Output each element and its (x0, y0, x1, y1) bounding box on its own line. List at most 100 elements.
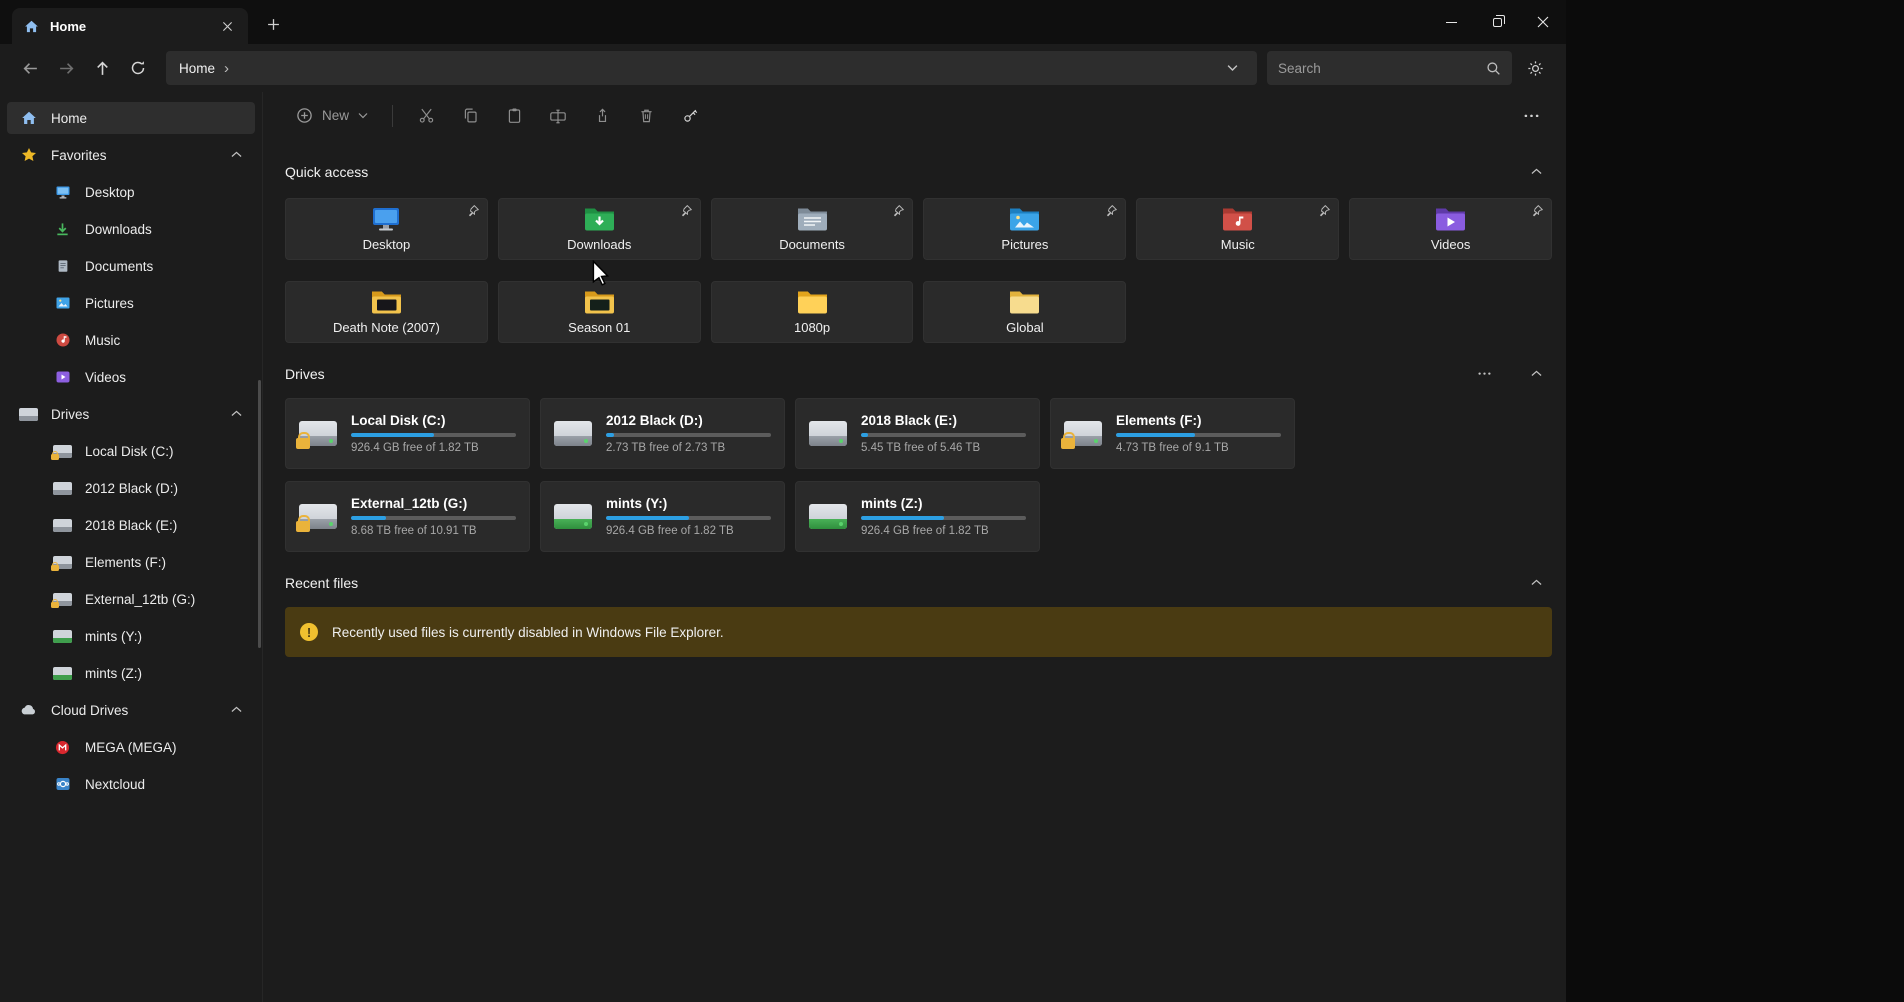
drive-free-space: 5.45 TB free of 5.46 TB (861, 442, 1026, 454)
sidebar-item-pictures[interactable]: Pictures (7, 287, 255, 319)
breadcrumb-home[interactable]: Home (179, 61, 215, 76)
sidebar-item-home[interactable]: Home (7, 102, 255, 134)
key-button[interactable] (670, 99, 710, 133)
section-title: Quick access (285, 164, 368, 180)
sidebar-item-label: External_12tb (G:) (85, 592, 195, 607)
tab-close-icon[interactable] (216, 15, 238, 37)
quick-access-tile-pictures[interactable]: Pictures (923, 198, 1126, 260)
chevron-up-icon[interactable] (225, 403, 247, 425)
quick-access-tile-videos[interactable]: Videos (1349, 198, 1552, 260)
mega-logo-icon (53, 739, 72, 756)
drive-locked-icon (53, 591, 72, 608)
quick-access-tile-1080p[interactable]: 1080p (711, 281, 914, 343)
sidebar-item-nextcloud[interactable]: Nextcloud (7, 768, 255, 800)
quick-access-tile-death-note[interactable]: Death Note (2007) (285, 281, 488, 343)
media-folder-icon (370, 289, 403, 316)
capacity-bar (861, 433, 1026, 437)
chevron-down-icon (1227, 64, 1238, 72)
chevron-up-icon[interactable] (225, 699, 247, 721)
sidebar-item-external-12tb-g[interactable]: External_12tb (G:) (7, 583, 255, 615)
more-options-button[interactable] (1511, 99, 1551, 133)
sidebar-item-mints-y[interactable]: mints (Y:) (7, 620, 255, 652)
minimize-icon (1446, 22, 1457, 23)
sidebar-group-cloud-drives[interactable]: Cloud Drives (7, 694, 255, 726)
trash-icon (638, 107, 655, 124)
copy-button[interactable] (450, 99, 490, 133)
sidebar-item-documents[interactable]: Documents (7, 250, 255, 282)
search-input[interactable] (1278, 61, 1480, 76)
chevron-up-icon[interactable] (225, 144, 247, 166)
drive-green-icon (809, 504, 847, 529)
drive-icon (554, 421, 592, 446)
quick-access-tile-season-01[interactable]: Season 01 (498, 281, 701, 343)
tab-title: Home (50, 19, 207, 34)
sidebar-item-music[interactable]: Music (7, 324, 255, 356)
minimize-button[interactable] (1428, 0, 1474, 44)
drive-free-space: 926.4 GB free of 1.82 TB (606, 525, 771, 537)
sidebar-item-label: Videos (85, 370, 126, 385)
drive-tile-elements-f[interactable]: Elements (F:) 4.73 TB free of 9.1 TB (1050, 398, 1295, 469)
refresh-button[interactable] (120, 51, 156, 85)
address-dropdown-button[interactable] (1220, 56, 1244, 80)
sidebar-item-mega[interactable]: MEGA (MEGA) (7, 731, 255, 763)
search-icon (1486, 61, 1501, 76)
sidebar-scrollbar-thumb[interactable] (258, 380, 261, 648)
collapse-quick-access-button[interactable] (1524, 161, 1548, 183)
collapse-recent-files-button[interactable] (1524, 572, 1548, 594)
quick-access-tile-downloads[interactable]: Downloads (498, 198, 701, 260)
sidebar-item-videos[interactable]: Videos (7, 361, 255, 393)
drives-more-options-button[interactable] (1472, 363, 1496, 385)
forward-button[interactable] (48, 51, 84, 85)
quick-access-tile-global[interactable]: Global (923, 281, 1126, 343)
rename-button[interactable] (538, 99, 578, 133)
video-icon (53, 369, 72, 386)
address-bar[interactable]: Home › (166, 51, 1257, 85)
titlebar: Home (0, 0, 1566, 44)
quick-access-tile-documents[interactable]: Documents (711, 198, 914, 260)
drive-tile-mints-y[interactable]: mints (Y:) 926.4 GB free of 1.82 TB (540, 481, 785, 552)
drive-green-icon (53, 665, 72, 682)
paste-button[interactable] (494, 99, 534, 133)
sidebar-item-desktop[interactable]: Desktop (7, 176, 255, 208)
capacity-bar (606, 516, 771, 520)
cut-button[interactable] (406, 99, 446, 133)
nextcloud-logo-icon (53, 776, 72, 793)
share-button[interactable] (582, 99, 622, 133)
drive-name: Local Disk (C:) (351, 413, 516, 428)
rename-icon (549, 107, 567, 125)
sidebar-item-2012-black-d[interactable]: 2012 Black (D:) (7, 472, 255, 504)
collapse-drives-button[interactable] (1524, 363, 1548, 385)
up-button[interactable] (84, 51, 120, 85)
navigation-pane: Home Favorites Desktop (0, 92, 263, 1002)
sidebar-item-local-disk-c[interactable]: Local Disk (C:) (7, 435, 255, 467)
sidebar-item-downloads[interactable]: Downloads (7, 213, 255, 245)
sidebar-group-drives[interactable]: Drives (7, 398, 255, 430)
close-icon (1537, 16, 1549, 28)
tab-home[interactable]: Home (12, 8, 248, 44)
sidebar-item-elements-f[interactable]: Elements (F:) (7, 546, 255, 578)
recent-files-header: Recent files (285, 572, 1552, 594)
maximize-button[interactable] (1474, 0, 1520, 44)
drive-tile-external-12tb-g[interactable]: External_12tb (G:) 8.68 TB free of 10.91… (285, 481, 530, 552)
drive-name: mints (Z:) (861, 496, 1026, 511)
quick-access-tile-desktop[interactable]: Desktop (285, 198, 488, 260)
delete-button[interactable] (626, 99, 666, 133)
drive-tile-local-disk-c[interactable]: Local Disk (C:) 926.4 GB free of 1.82 TB (285, 398, 530, 469)
pin-icon (467, 204, 480, 222)
quick-access-tile-music[interactable]: Music (1136, 198, 1339, 260)
sidebar-item-mints-z[interactable]: mints (Z:) (7, 657, 255, 689)
drive-tile-2018-black-e[interactable]: 2018 Black (E:) 5.45 TB free of 5.46 TB (795, 398, 1040, 469)
settings-button[interactable] (1516, 51, 1554, 85)
arrow-left-icon (22, 60, 39, 77)
sidebar-group-favorites[interactable]: Favorites (7, 139, 255, 171)
drive-tile-mints-z[interactable]: mints (Z:) 926.4 GB free of 1.82 TB (795, 481, 1040, 552)
music-folder-icon (1221, 206, 1254, 233)
sidebar-item-2018-black-e[interactable]: 2018 Black (E:) (7, 509, 255, 541)
folder-icon (1008, 289, 1041, 316)
cloud-icon (19, 702, 38, 719)
drive-tile-2012-black-d[interactable]: 2012 Black (D:) 2.73 TB free of 2.73 TB (540, 398, 785, 469)
close-button[interactable] (1520, 0, 1566, 44)
new-button[interactable]: New (285, 99, 379, 133)
back-button[interactable] (12, 51, 48, 85)
new-tab-button[interactable] (258, 9, 288, 39)
